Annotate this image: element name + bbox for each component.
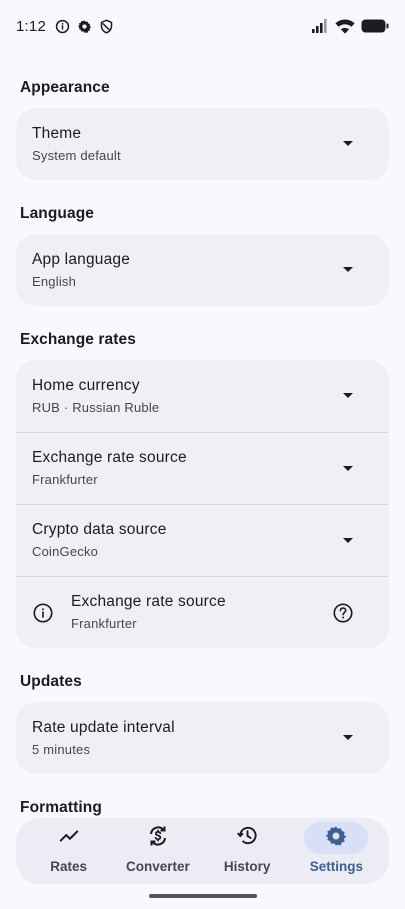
rate-update-interval-value: 5 minutes (32, 741, 91, 757)
crypto-data-source-setting[interactable]: Crypto data source CoinGecko (16, 504, 389, 576)
exchange-rate-source-info: Exchange rate source Frankfurter (16, 576, 389, 648)
theme-label: Theme (32, 124, 82, 142)
trending-up-icon (58, 825, 80, 852)
nav-history-label: History (223, 859, 271, 874)
app-language-value: English (32, 273, 77, 289)
info-circle-icon (54, 18, 70, 34)
rate-update-interval-label: Rate update interval (32, 718, 175, 736)
status-bar: 1:12 (0, 0, 405, 52)
gear-icon (76, 18, 92, 34)
nav-converter-label: Converter (125, 859, 190, 874)
nav-settings-label: Settings (309, 859, 363, 874)
home-currency-setting[interactable]: Home currency RUB · Russian Ruble (16, 360, 389, 432)
nav-settings-indicator (304, 822, 369, 854)
signal-icon (311, 18, 329, 34)
theme-value: System default (32, 147, 121, 163)
bottom-navigation: Rates Converter History Settings (16, 818, 389, 884)
home-currency-value: RUB · Russian Ruble (32, 399, 160, 415)
exchange-rate-source-value: Frankfurter (32, 472, 98, 487)
dropdown-arrow-icon[interactable] (343, 465, 353, 471)
app-language-setting[interactable]: App language English (16, 234, 389, 306)
nav-converter-indicator (126, 822, 190, 854)
nav-settings[interactable]: Settings (294, 822, 378, 874)
dropdown-arrow-icon[interactable] (343, 141, 353, 146)
section-title-language: Language (20, 205, 95, 222)
crypto-data-source-value: CoinGecko (32, 544, 99, 559)
help-icon[interactable] (332, 602, 354, 624)
updates-card: Rate update interval 5 minutes (16, 702, 389, 774)
dropdown-arrow-icon[interactable] (343, 537, 353, 543)
gear-icon (325, 825, 347, 852)
exchange-rate-source-label: Exchange rate source (32, 449, 187, 466)
appearance-card: Theme System default (16, 108, 389, 180)
gesture-bar[interactable] (149, 894, 257, 898)
info-icon (32, 602, 54, 624)
section-title-appearance: Appearance (20, 79, 110, 96)
settings-content[interactable]: Appearance Theme System default Language… (0, 52, 405, 822)
status-time: 1:12 (16, 17, 46, 35)
nav-history[interactable]: History (205, 822, 289, 874)
battery-icon (361, 18, 389, 34)
shield-icon (98, 18, 114, 34)
app-language-label: App language (32, 250, 131, 268)
home-currency-label: Home currency (32, 376, 140, 394)
dropdown-arrow-icon[interactable] (343, 393, 353, 398)
section-title-updates: Updates (20, 673, 82, 690)
status-icons-right (311, 18, 389, 34)
wifi-icon (335, 18, 355, 34)
exchange-rate-source-setting[interactable]: Exchange rate source Frankfurter (16, 432, 389, 504)
dropdown-arrow-icon[interactable] (343, 735, 353, 740)
theme-setting[interactable]: Theme System default (16, 108, 389, 180)
exchange-rates-card: Home currency RUB · Russian Ruble Exchan… (16, 360, 389, 648)
history-icon (236, 824, 259, 852)
status-icons-left (54, 18, 114, 34)
nav-rates-label: Rates (50, 859, 88, 874)
nav-rates[interactable]: Rates (27, 822, 111, 874)
nav-rates-indicator (37, 822, 101, 854)
section-title-formatting: Formatting (20, 799, 102, 816)
rate-update-interval-setting[interactable]: Rate update interval 5 minutes (16, 702, 389, 774)
nav-converter[interactable]: Converter (116, 822, 200, 874)
currency-exchange-icon (146, 824, 170, 853)
crypto-data-source-label: Crypto data source (32, 521, 167, 538)
section-title-exchange-rates: Exchange rates (20, 331, 136, 348)
nav-history-indicator (215, 822, 279, 854)
dropdown-arrow-icon[interactable] (343, 267, 353, 272)
language-card: App language English (16, 234, 389, 306)
